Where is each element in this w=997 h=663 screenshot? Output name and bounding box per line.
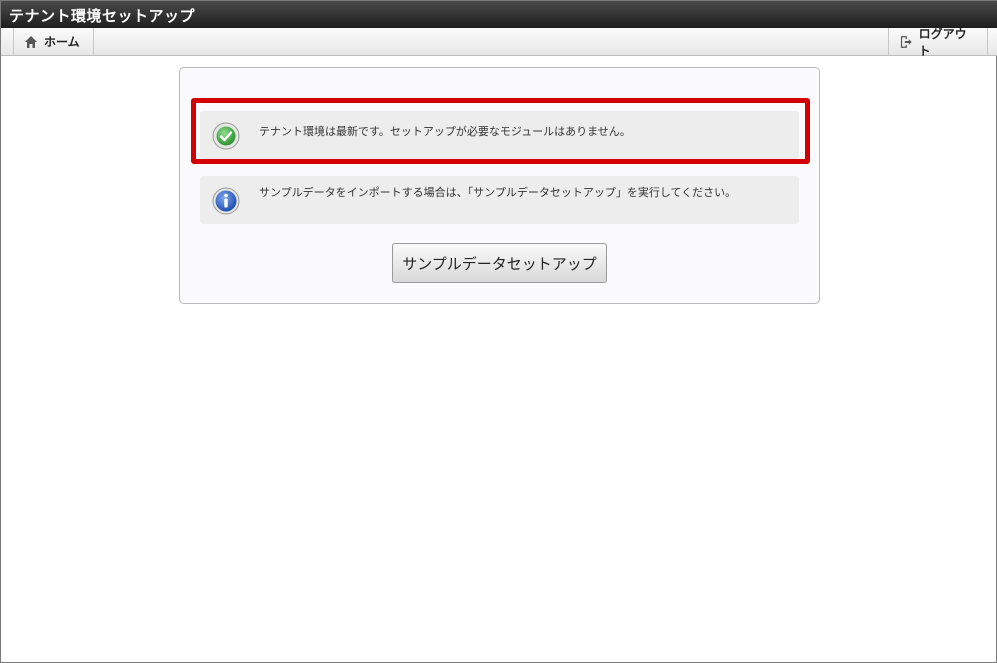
- logout-button[interactable]: ログアウト: [888, 27, 988, 58]
- home-icon: [25, 35, 37, 48]
- window-title: テナント環境セットアップ: [1, 1, 997, 28]
- logout-icon: [900, 35, 912, 48]
- success-text: テナント環境は最新です。セットアップが必要なモジュールはありません。: [259, 125, 631, 138]
- info-circle-icon: [212, 187, 240, 215]
- sample-data-setup-button[interactable]: サンプルデータセットアップ: [392, 243, 607, 283]
- app-window: テナント環境セットアップ ホーム ログアウト テナント環境は最新です。セットアッ…: [0, 0, 997, 663]
- toolbar: ホーム ログアウト: [1, 27, 997, 58]
- setup-panel: テナント環境は最新です。セットアップが必要なモジュールはありません。 サンプルデ…: [179, 67, 820, 304]
- info-message: サンプルデータをインポートする場合は、「サンプルデータセットアップ」を実行してく…: [200, 176, 799, 224]
- info-text: サンプルデータをインポートする場合は、「サンプルデータセットアップ」を実行してく…: [259, 186, 737, 199]
- check-circle-icon: [212, 122, 240, 150]
- home-label: ホーム: [44, 35, 80, 49]
- success-message: テナント環境は最新です。セットアップが必要なモジュールはありません。: [200, 111, 799, 159]
- home-button[interactable]: ホーム: [13, 28, 94, 55]
- logout-label: ログアウト: [918, 26, 967, 58]
